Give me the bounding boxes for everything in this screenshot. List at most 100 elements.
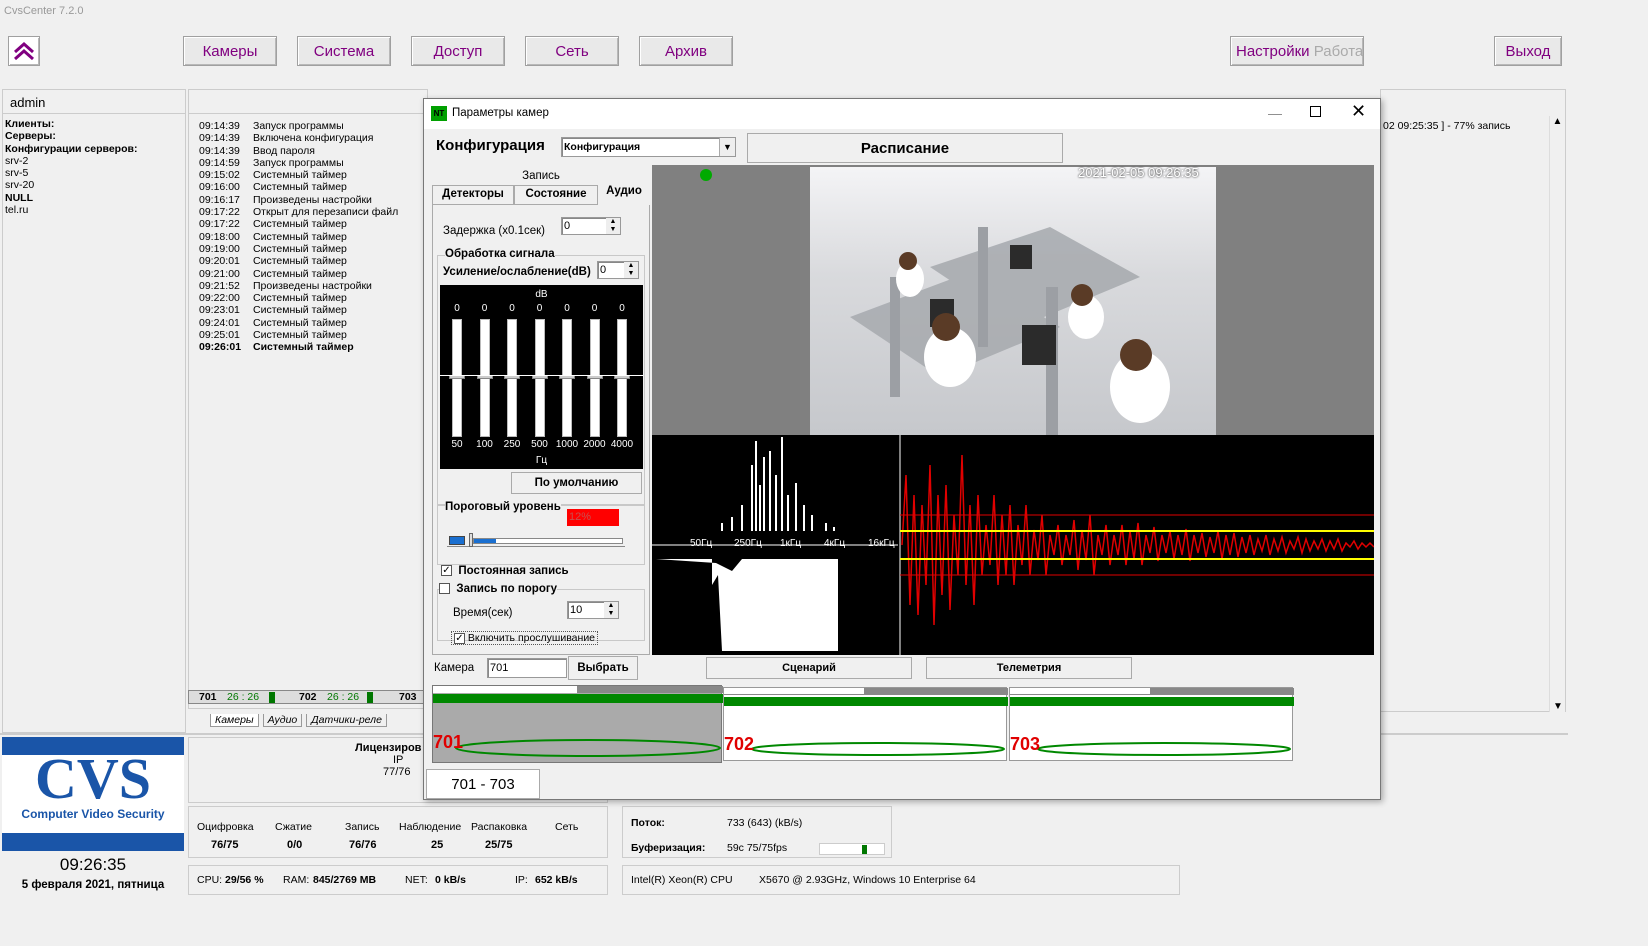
logo-subtitle: Computer Video Security <box>21 807 165 821</box>
tree-item[interactable]: srv-20 <box>5 179 183 191</box>
log-time: 09:18:00 <box>199 230 240 243</box>
tree-item[interactable]: NULL <box>5 192 183 204</box>
log-row[interactable]: 09:22:00 Системный таймер <box>199 292 427 304</box>
log-row[interactable]: 09:14:59 Запуск программы <box>199 157 427 169</box>
scroll-down-icon[interactable]: ▼ <box>1550 701 1566 712</box>
camera-tile-703[interactable]: 703 <box>1009 687 1294 761</box>
system-button[interactable]: Система <box>297 36 391 66</box>
threshold-slider[interactable] <box>447 533 625 547</box>
strip-cam-701[interactable]: 701 <box>199 691 217 703</box>
log-message: Системный таймер <box>253 316 347 329</box>
strip-cam-702[interactable]: 702 <box>299 691 317 703</box>
config-select[interactable]: Конфигурация ▼ <box>561 137 736 157</box>
tree-item[interactable]: Клиенты: <box>5 118 183 130</box>
tab-detectors[interactable]: Детекторы <box>432 185 514 205</box>
delay-input[interactable]: 0 ▲ ▼ <box>561 217 621 235</box>
default-button[interactable]: По умолчанию <box>511 472 642 494</box>
log-row[interactable]: 09:14:39 Включена конфигурация <box>199 132 427 144</box>
minimize-icon[interactable]: — <box>1268 105 1282 121</box>
scroll-up-icon[interactable]: ▲ <box>1550 116 1565 127</box>
log-row[interactable]: 09:24:01 Системный таймер <box>199 317 427 329</box>
choose-button[interactable]: Выбрать <box>568 656 638 680</box>
range-tab[interactable]: 701 - 703 <box>426 769 540 799</box>
tree-item[interactable]: srv-2 <box>5 155 183 167</box>
strip-cam-703[interactable]: 703 <box>399 691 417 703</box>
license-label: Лицензиров <box>355 742 422 754</box>
camera-input[interactable]: 701 <box>487 658 567 678</box>
tab-sensors[interactable]: Датчики-реле <box>306 714 387 727</box>
log-row[interactable]: 09:15:02 Системный таймер <box>199 169 427 181</box>
dropdown-icon[interactable]: ▼ <box>719 138 735 156</box>
slider-thumb[interactable] <box>469 533 473 547</box>
log-row[interactable]: 09:14:39 Ввод пароля <box>199 145 427 157</box>
tree-item[interactable]: Конфигурации серверов: <box>5 143 183 155</box>
listen-label: Включить прослушивание <box>467 632 596 644</box>
freq-label: 250Гц <box>734 538 762 549</box>
schedule-tab[interactable]: Расписание <box>747 133 1063 163</box>
const-rec-check[interactable]: ✓ Постоянная запись <box>441 565 569 577</box>
tree-item[interactable]: srv-5 <box>5 167 183 179</box>
log-row[interactable]: 09:17:22 Системный таймер <box>199 218 427 230</box>
stat-h: Сеть <box>555 821 579 833</box>
gain-input[interactable]: 0 ▲ ▼ <box>597 261 639 279</box>
tab-cameras[interactable]: Камеры <box>210 714 259 727</box>
log-row[interactable]: 09:17:22 Открыт для перезаписи файл <box>199 206 427 218</box>
spin-icon[interactable]: ▲ ▼ <box>604 602 618 618</box>
stat-h: Запись <box>345 821 380 833</box>
log-time: 09:14:59 <box>199 156 240 169</box>
tab-audio[interactable]: Аудио <box>262 714 303 727</box>
close-icon[interactable]: ✕ <box>1351 101 1366 122</box>
log-row[interactable]: 09:23:01 Системный таймер <box>199 304 427 316</box>
log-message: Системный таймер <box>253 304 347 317</box>
tree-item[interactable]: Серверы: <box>5 130 183 142</box>
log-row[interactable]: 09:14:39 Запуск программы <box>199 120 427 132</box>
stats-panel: Оцифровка Сжатие Запись Наблюдение Распа… <box>188 806 608 858</box>
cameras-button[interactable]: Камеры <box>183 36 277 66</box>
listen-check[interactable]: ✓ Включить прослушивание <box>451 631 599 645</box>
telemetry-button[interactable]: Телеметрия <box>926 657 1132 679</box>
collapse-button[interactable] <box>8 36 40 66</box>
log-message: Системный таймер <box>253 218 347 231</box>
logo-text: CVS <box>34 746 152 811</box>
maximize-icon[interactable] <box>1310 106 1321 117</box>
log-row[interactable]: 09:25:01 Системный таймер <box>199 329 427 341</box>
log-row[interactable]: 09:26:01 Системный таймер <box>199 341 427 353</box>
scenario-button[interactable]: Сценарий <box>706 657 912 679</box>
delay-label: Задержка (x0.1сек) <box>443 225 545 237</box>
settings-mode[interactable]: Настройки <box>1236 43 1310 60</box>
log-row[interactable]: 09:21:00 Системный таймер <box>199 268 427 280</box>
log-row[interactable]: 09:19:00 Системный таймер <box>199 243 427 255</box>
freq-label: 1кГц <box>780 538 802 549</box>
camera-image[interactable] <box>810 167 1216 435</box>
log-row[interactable]: 09:20:01 Системный таймер <box>199 255 427 267</box>
server-tree: Клиенты: Серверы: Конфигурации серверов:… <box>3 114 185 220</box>
time-input[interactable]: 10 ▲ ▼ <box>567 601 619 619</box>
buffer-label: Буферизация: <box>631 842 706 854</box>
log-row[interactable]: 09:21:52 Произведены настройки <box>199 280 427 292</box>
tab-state[interactable]: Состояние <box>514 185 598 205</box>
log-row[interactable]: 09:18:00 Системный таймер <box>199 231 427 243</box>
log-time: 09:16:00 <box>199 181 240 194</box>
mode-switch[interactable]: Настройки Работа <box>1230 36 1364 66</box>
spin-icon[interactable]: ▲ ▼ <box>624 262 638 278</box>
thr-rec-check[interactable]: Запись по порогу <box>439 583 558 595</box>
gain-label: Усиление/ослабление(dB) <box>443 266 591 278</box>
log-row[interactable]: 09:16:17 Произведены настройки <box>199 194 427 206</box>
log-time: 09:20:01 <box>199 255 240 268</box>
time-value: 10 <box>570 604 583 616</box>
tab-audio[interactable]: Аудио <box>598 185 650 205</box>
spin-icon[interactable]: ▲ ▼ <box>606 218 620 234</box>
network-button[interactable]: Сеть <box>525 36 619 66</box>
exit-button[interactable]: Выход <box>1494 36 1562 66</box>
archive-button[interactable]: Архив <box>639 36 733 66</box>
camera-strip: 701 26 : 26 702 26 : 26 703 <box>188 690 428 704</box>
camera-tile-701[interactable]: 701 <box>432 685 723 763</box>
tree-item[interactable]: tel.ru <box>5 204 183 216</box>
scrollbar[interactable]: ▲ ▼ <box>1549 116 1565 712</box>
access-button[interactable]: Доступ <box>411 36 505 66</box>
log-row[interactable]: 09:16:00 Системный таймер <box>199 181 427 193</box>
camera-tile-702[interactable]: 702 <box>723 687 1008 761</box>
work-mode[interactable]: Работа <box>1314 43 1364 60</box>
stat-v: 25 <box>431 839 444 851</box>
log-message: Ввод пароля <box>253 144 315 157</box>
